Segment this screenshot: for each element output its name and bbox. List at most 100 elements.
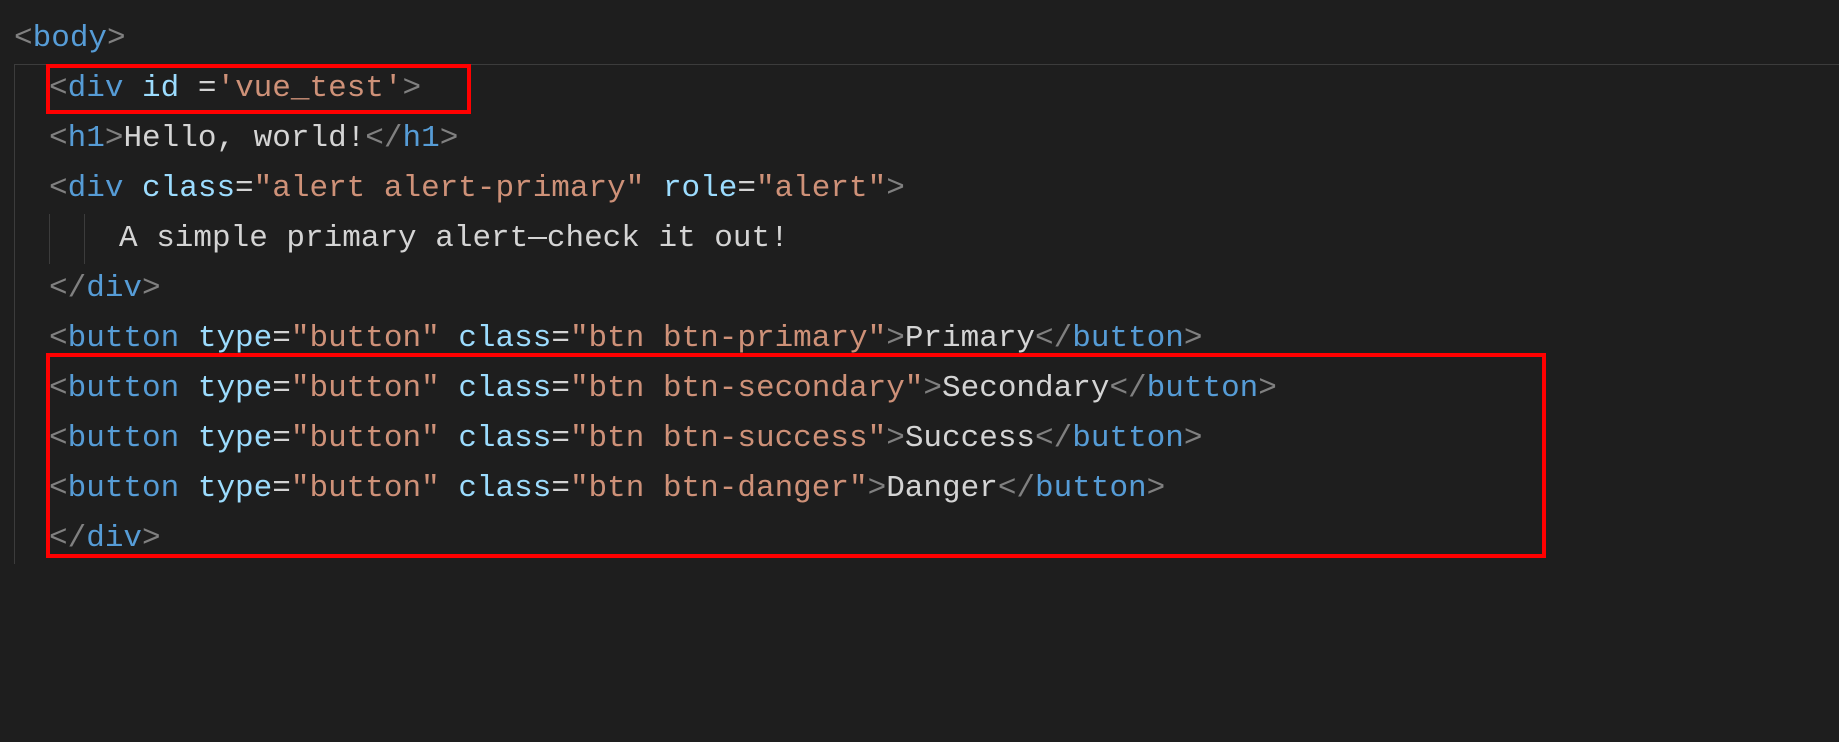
code-token-text: [440, 371, 459, 406]
code-token-attr-eq: =: [272, 421, 291, 456]
code-token-tag-bracket: </: [365, 121, 402, 156]
code-token-attr-name: type: [198, 421, 272, 456]
code-token-tag-name: div: [68, 71, 124, 106]
code-token-attr-value: "btn btn-success": [570, 421, 886, 456]
code-token-tag-bracket: <: [49, 71, 68, 106]
code-token-attr-eq: =: [551, 371, 570, 406]
code-token-attr-eq: =: [551, 471, 570, 506]
code-token-attr-value: "btn btn-primary": [570, 321, 886, 356]
code-line[interactable]: <button type="button" class="btn btn-dan…: [14, 464, 1839, 514]
code-line[interactable]: A simple primary alert—check it out!: [14, 214, 1839, 264]
code-token-attr-value: "alert": [756, 171, 886, 206]
indent-guide: [14, 364, 15, 414]
code-token-tag-bracket: </: [1035, 421, 1072, 456]
code-token-tag-name: button: [68, 471, 180, 506]
indent-guide: [14, 114, 15, 164]
code-token-attr-name: class: [458, 371, 551, 406]
code-token-tag-bracket: >: [1147, 471, 1166, 506]
code-line[interactable]: <button type="button" class="btn btn-pri…: [14, 314, 1839, 364]
code-token-text: [179, 71, 198, 106]
code-token-attr-value: "btn btn-secondary": [570, 371, 923, 406]
code-token-attr-eq: =: [272, 471, 291, 506]
code-token-tag-bracket: </: [998, 471, 1035, 506]
code-token-tag-bracket: </: [49, 271, 86, 306]
code-token-tag-name: div: [86, 271, 142, 306]
code-token-attr-value: "btn btn-danger": [570, 471, 868, 506]
code-token-tag-bracket: >: [107, 21, 126, 56]
code-token-attr-eq: =: [551, 421, 570, 456]
code-token-attr-value: "button": [291, 321, 440, 356]
code-line[interactable]: <div id ='vue_test'>: [14, 64, 1839, 114]
code-line[interactable]: <button type="button" class="btn btn-sec…: [14, 364, 1839, 414]
code-token-attr-eq: =: [551, 321, 570, 356]
indent-guide: [14, 464, 15, 514]
code-token-attr-value: "alert alert-primary": [254, 171, 645, 206]
code-line[interactable]: </div>: [14, 514, 1839, 564]
code-token-tag-name: button: [1072, 321, 1184, 356]
code-token-tag-bracket: >: [868, 471, 887, 506]
code-line[interactable]: <body>: [14, 14, 1839, 64]
indent-guide: [14, 214, 15, 264]
code-token-tag-bracket: >: [1184, 321, 1203, 356]
code-line[interactable]: <button type="button" class="btn btn-suc…: [14, 414, 1839, 464]
code-token-text: Primary: [905, 321, 1035, 356]
code-token-text: Hello, world!: [123, 121, 365, 156]
code-token-attr-name: class: [458, 421, 551, 456]
code-token-tag-bracket: >: [1258, 371, 1277, 406]
code-token-tag-bracket: >: [142, 271, 161, 306]
code-token-tag-name: button: [68, 421, 180, 456]
code-token-text: Success: [905, 421, 1035, 456]
code-token-tag-name: button: [1147, 371, 1259, 406]
indent-guide: [14, 164, 15, 214]
code-token-text: [644, 171, 663, 206]
code-token-text: A simple primary alert—check it out!: [119, 221, 789, 256]
code-token-text: [179, 371, 198, 406]
indent-guide: [14, 514, 15, 564]
code-token-text: [179, 321, 198, 356]
code-line[interactable]: <div class="alert alert-primary" role="a…: [14, 164, 1839, 214]
code-token-attr-value: 'vue_test': [216, 71, 402, 106]
code-token-text: [440, 321, 459, 356]
code-token-tag-bracket: <: [49, 471, 68, 506]
code-line[interactable]: </div>: [14, 264, 1839, 314]
code-token-attr-name: role: [663, 171, 737, 206]
code-token-tag-name: div: [86, 521, 142, 556]
indent-guide: [84, 214, 85, 264]
code-token-tag-bracket: >: [886, 171, 905, 206]
indent-guide: [14, 264, 15, 314]
code-token-attr-name: type: [198, 321, 272, 356]
code-token-attr-value: "button": [291, 421, 440, 456]
indent-guide: [49, 214, 50, 264]
code-token-tag-bracket: >: [105, 121, 124, 156]
code-editor[interactable]: <body><div id ='vue_test'><h1>Hello, wor…: [0, 0, 1839, 598]
code-token-text: [179, 421, 198, 456]
code-token-tag-bracket: >: [923, 371, 942, 406]
code-token-text: [123, 171, 142, 206]
code-token-tag-bracket: </: [1109, 371, 1146, 406]
code-token-attr-name: class: [458, 471, 551, 506]
code-line[interactable]: <h1>Hello, world!</h1>: [14, 114, 1839, 164]
code-token-tag-bracket: </: [1035, 321, 1072, 356]
code-token-tag-name: div: [68, 171, 124, 206]
code-token-tag-bracket: >: [440, 121, 459, 156]
code-token-text: [123, 71, 142, 106]
code-token-tag-name: button: [1072, 421, 1184, 456]
indent-guide: [14, 64, 15, 114]
code-token-attr-eq: =: [198, 71, 217, 106]
code-token-attr-eq: =: [272, 371, 291, 406]
code-token-tag-bracket: <: [49, 371, 68, 406]
code-token-tag-bracket: >: [1184, 421, 1203, 456]
code-token-attr-value: "button": [291, 371, 440, 406]
code-token-text: [179, 471, 198, 506]
code-token-tag-name: h1: [403, 121, 440, 156]
code-token-tag-bracket: >: [886, 421, 905, 456]
code-token-tag-name: body: [33, 21, 107, 56]
code-token-text: Secondary: [942, 371, 1109, 406]
code-token-attr-name: type: [198, 371, 272, 406]
code-token-attr-name: class: [142, 171, 235, 206]
code-token-attr-name: type: [198, 471, 272, 506]
code-token-tag-bracket: >: [403, 71, 422, 106]
code-token-tag-bracket: <: [49, 121, 68, 156]
code-token-tag-bracket: <: [49, 421, 68, 456]
code-token-tag-name: button: [68, 321, 180, 356]
